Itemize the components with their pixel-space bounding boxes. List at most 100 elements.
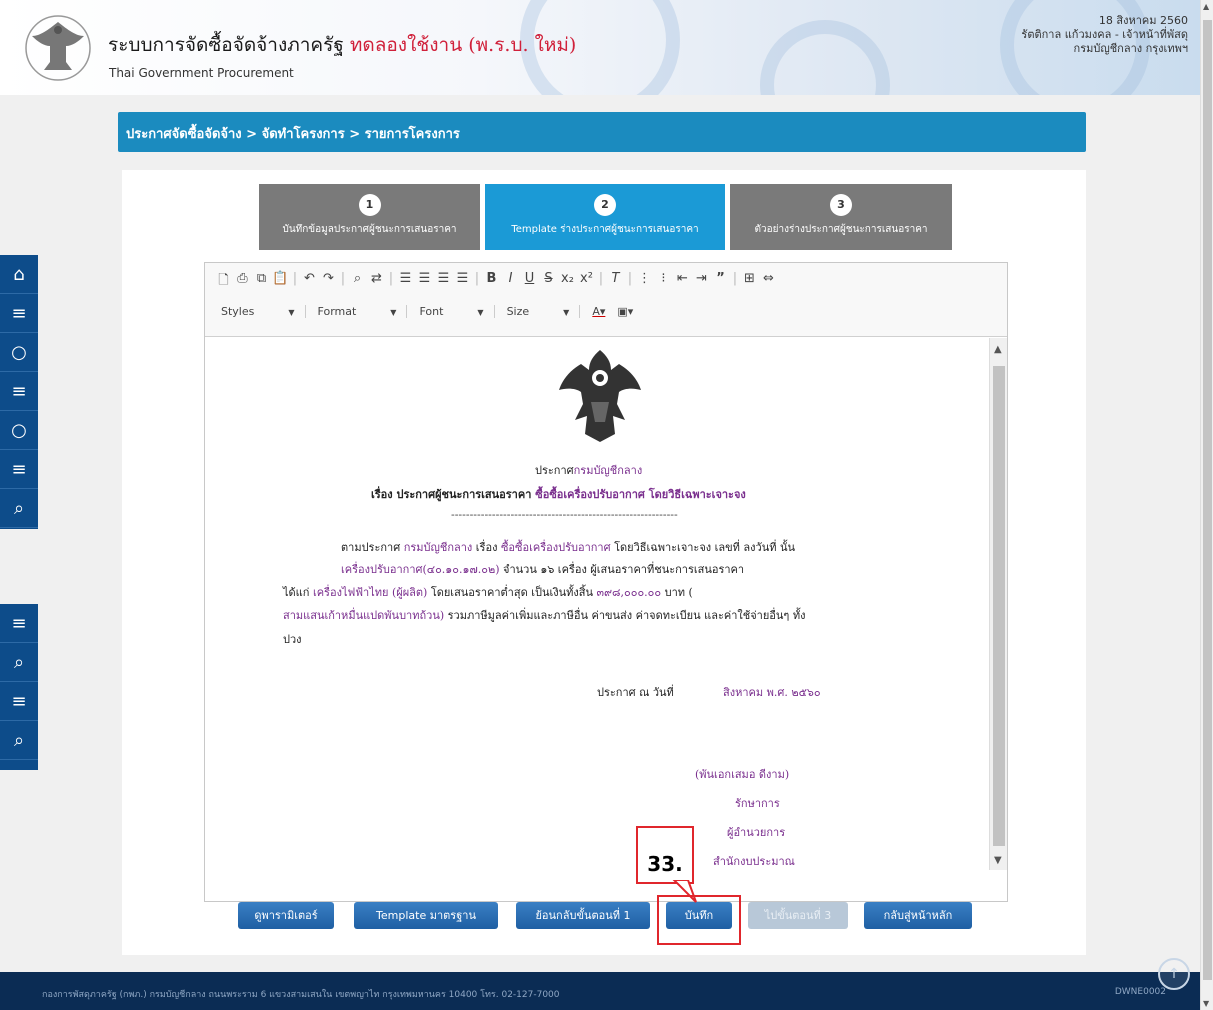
- page-scroll-thumb[interactable]: [1203, 20, 1212, 980]
- chevron-down-icon: ▼: [563, 308, 570, 317]
- editor-content[interactable]: ประกาศกรมบัญชีกลาง เรื่อง ประกาศผู้ชนะกา…: [205, 338, 989, 870]
- home-icon[interactable]: ⌂: [0, 255, 38, 294]
- strikethrough-icon[interactable]: S: [540, 271, 557, 293]
- indent-icon[interactable]: ⇥: [693, 271, 710, 293]
- redo-icon[interactable]: ↷: [320, 271, 337, 293]
- doc-p3-vendor: เครื่องไฟฟ้าไทย (ผู้ผลิต): [312, 586, 428, 599]
- toolbar-divider: |: [732, 271, 738, 286]
- paste-icon[interactable]: 📋: [272, 271, 289, 293]
- doc-p2-item: เครื่องปรับอากาศ(๔๐.๑๐.๑๗.๐๒): [341, 563, 500, 576]
- doc-paragraph-3: ได้แก่ เครื่องไฟฟ้าไทย (ผู้ผลิต) โดยเสนอ…: [283, 583, 693, 601]
- doc-p1-a: ตามประกาศ: [341, 541, 401, 554]
- bulleted-list-icon[interactable]: ⁝: [655, 271, 672, 293]
- refresh-icon[interactable]: ○: [0, 333, 38, 372]
- bold-icon[interactable]: B: [483, 271, 500, 293]
- step-2-number: 2: [594, 194, 616, 216]
- scroll-up-icon[interactable]: ▲: [1203, 2, 1209, 11]
- step-2-tab[interactable]: 2 Template ร่างประกาศผู้ชนะการเสนอราคา: [485, 184, 725, 250]
- doc-heading-org: กรมบัญชีกลาง: [573, 464, 643, 477]
- doc-signer-role1: รักษาการ: [735, 797, 780, 810]
- size-dropdown[interactable]: Size ▼: [507, 305, 581, 318]
- app-title: ระบบการจัดซื้อจัดจ้างภาครัฐ ทดลองใช้งาน …: [108, 30, 576, 60]
- back-step-button[interactable]: ย้อนกลับขั้นตอนที่ 1: [516, 902, 650, 929]
- app-subtitle: Thai Government Procurement: [109, 66, 294, 80]
- superscript-icon[interactable]: x²: [578, 271, 595, 293]
- undo-icon[interactable]: ↶: [301, 271, 318, 293]
- align-center-icon[interactable]: ☰: [416, 271, 433, 293]
- search-icon[interactable]: ⌕: [0, 489, 38, 528]
- standard-template-button[interactable]: Template มาตรฐาน: [354, 902, 498, 929]
- footer: กองการพัสดุภาครัฐ (กพภ.) กรมบัญชีกลาง ถน…: [0, 958, 1200, 1010]
- font-dropdown[interactable]: Font ▼: [419, 305, 495, 318]
- outdent-icon[interactable]: ⇤: [674, 271, 691, 293]
- scroll-down-icon[interactable]: ▼: [1203, 999, 1209, 1008]
- styles-label: Styles: [221, 305, 255, 318]
- scroll-down-icon[interactable]: ▼: [994, 855, 1002, 866]
- numbered-list-icon[interactable]: ⋮: [636, 271, 653, 293]
- menu-icon[interactable]: ≡: [0, 682, 38, 721]
- print-icon[interactable]: ⎙: [234, 271, 251, 293]
- refresh-icon[interactable]: ○: [0, 411, 38, 450]
- align-right-icon[interactable]: ☰: [435, 271, 452, 293]
- toolbar-row-1: 🗋 ⎙ ⧉ 📋 | ↶ ↷ | ⌕ ⇄ | ☰ ☰ ☰ ☰ | B I U S …: [215, 271, 777, 293]
- doc-signer-name: (พันเอกเสมอ ดีงาม): [695, 768, 790, 781]
- format-dropdown[interactable]: Format ▼: [318, 305, 408, 318]
- blockquote-icon[interactable]: ”: [712, 271, 729, 293]
- format-label: Format: [317, 305, 357, 318]
- toolbar-divider: |: [388, 271, 394, 286]
- doc-subject-prefix: เรื่อง ประกาศผู้ชนะการเสนอราคา: [371, 488, 532, 501]
- align-left-icon[interactable]: ☰: [397, 271, 414, 293]
- scroll-up-icon[interactable]: ▲: [994, 344, 1002, 355]
- toolbar-divider: |: [474, 271, 480, 286]
- editor-scroll-thumb[interactable]: [993, 366, 1005, 846]
- underline-icon[interactable]: U: [521, 271, 538, 293]
- doc-subject-item: ซื้อซื้อเครื่องปรับอากาศ โดยวิธีเฉพาะเจา…: [535, 488, 746, 501]
- chevron-down-icon: ▼: [477, 308, 484, 317]
- font-label: Font: [419, 305, 444, 318]
- table-icon[interactable]: ⊞: [741, 271, 758, 293]
- copy-icon[interactable]: ⧉: [253, 271, 270, 293]
- home-button[interactable]: กลับสู่หน้าหลัก: [864, 902, 972, 929]
- size-label: Size: [506, 305, 530, 318]
- app-title-main: ระบบการจัดซื้อจัดจ้างภาครัฐ: [108, 34, 344, 56]
- search-icon[interactable]: ⌕: [0, 643, 38, 682]
- preview-icon[interactable]: 🗋: [215, 271, 232, 293]
- next-step-button[interactable]: ไปขั้นตอนที่ 3: [748, 902, 848, 929]
- editor-scrollbar[interactable]: ▲ ▼: [989, 338, 1007, 870]
- text-color-button[interactable]: A▾: [592, 305, 605, 318]
- chevron-down-icon: ▼: [390, 308, 397, 317]
- step-3-tab[interactable]: 3 ตัวอย่างร่างประกาศผู้ชนะการเสนอราคา: [730, 184, 952, 250]
- background-color-button[interactable]: ▣▾: [617, 305, 633, 318]
- garuda-logo-icon: [25, 15, 91, 81]
- back-to-top-icon[interactable]: ↑: [1158, 958, 1190, 990]
- align-justify-icon[interactable]: ☰: [454, 271, 471, 293]
- styles-dropdown[interactable]: Styles ▼: [221, 305, 306, 318]
- menu-icon[interactable]: ≡: [0, 604, 38, 643]
- replace-icon[interactable]: ⇄: [368, 271, 385, 293]
- find-icon[interactable]: ⌕: [349, 271, 366, 293]
- toolbar-divider: |: [292, 271, 298, 286]
- menu-icon[interactable]: ≡: [0, 372, 38, 411]
- doc-announce-date: สิงหาคม พ.ศ. ๒๕๖๐: [723, 686, 821, 699]
- doc-paragraph-2: เครื่องปรับอากาศ(๔๐.๑๐.๑๗.๐๒) จำนวน ๑๖ เ…: [341, 560, 744, 578]
- menu-icon[interactable]: ≡: [0, 450, 38, 489]
- doc-heading-prefix: ประกาศ: [535, 464, 574, 477]
- italic-icon[interactable]: I: [502, 271, 519, 293]
- horizontal-line-icon[interactable]: ⇔: [760, 271, 777, 293]
- subscript-icon[interactable]: x₂: [559, 271, 576, 293]
- toolbar-divider: |: [598, 271, 604, 286]
- view-parameters-button[interactable]: ดูพารามิเตอร์: [238, 902, 334, 929]
- app-title-trial: ทดลองใช้งาน (พ.ร.บ. ใหม่): [349, 34, 577, 56]
- remove-format-icon[interactable]: T: [607, 271, 624, 293]
- doc-p3-c: บาท (: [664, 586, 693, 599]
- step-1-tab[interactable]: 1 บันทึกข้อมูลประกาศผู้ชนะการเสนอราคา: [259, 184, 480, 250]
- doc-paragraph-5: ปวง: [283, 633, 302, 646]
- doc-announce-label: ประกาศ ณ วันที่: [597, 686, 674, 699]
- user-info: 18 สิงหาคม 2560 รัตติกาล แก้วมงคล - เจ้า…: [1021, 14, 1188, 56]
- search-icon[interactable]: ⌕: [0, 721, 38, 760]
- doc-signer-role2: ผู้อำนวยการ: [727, 826, 786, 839]
- chevron-down-icon: ▼: [288, 308, 295, 317]
- header-decoration: [760, 20, 890, 95]
- menu-icon[interactable]: ≡: [0, 294, 38, 333]
- page-scrollbar[interactable]: ▲ ▼: [1200, 0, 1213, 1010]
